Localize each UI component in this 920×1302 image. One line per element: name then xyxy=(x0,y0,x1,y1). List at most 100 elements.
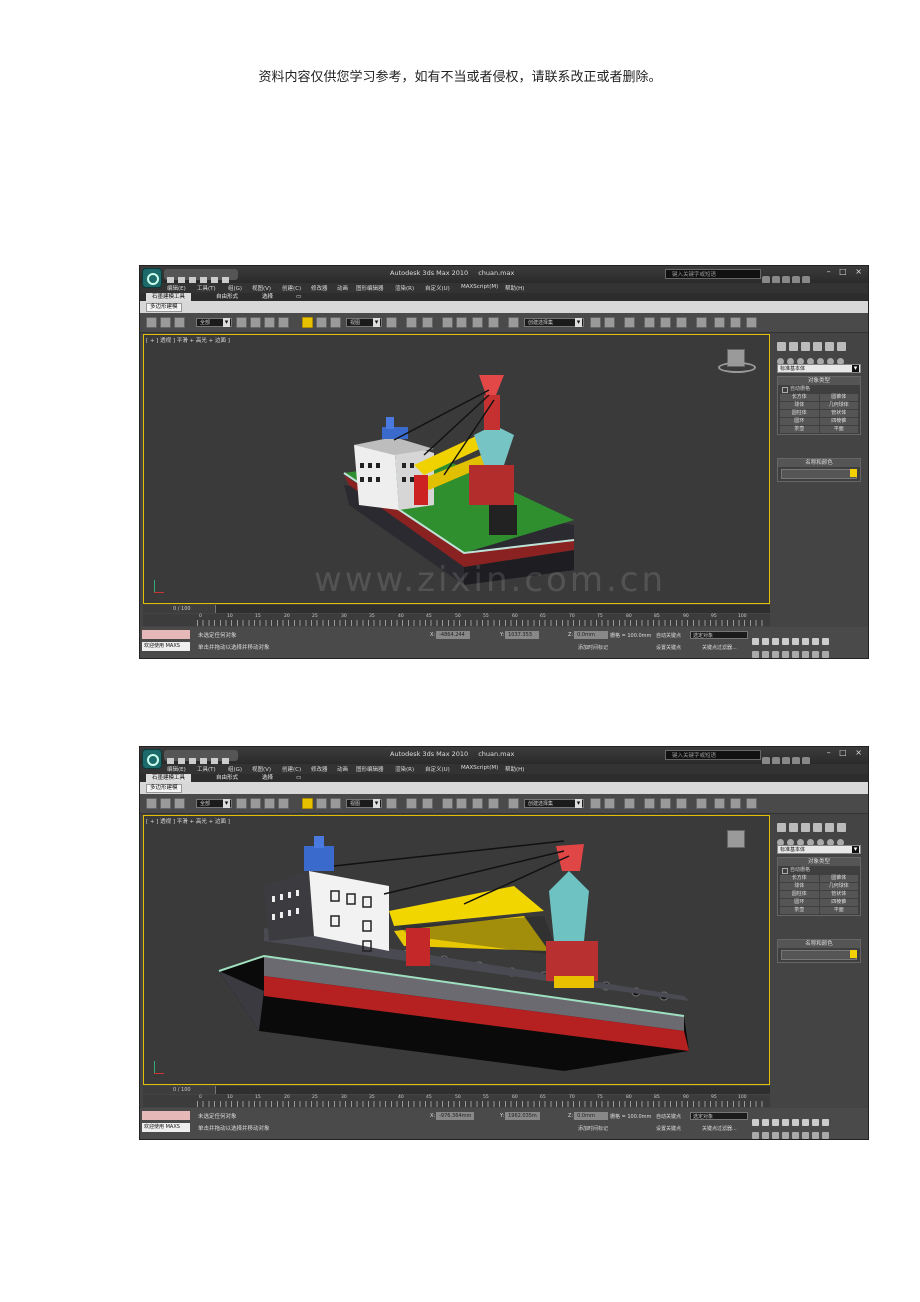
menu-animation[interactable]: 动画 xyxy=(337,765,348,773)
torus-button[interactable]: 圆环 xyxy=(780,899,819,906)
named-selection-dropdown[interactable]: 创建选择集 xyxy=(524,799,584,808)
schematic-view-icon[interactable] xyxy=(676,798,687,809)
key-filters-button[interactable]: 关键点过滤器... xyxy=(702,644,737,651)
curve-editor-icon[interactable] xyxy=(660,317,671,328)
welcome-maxscript-field[interactable]: 欢迎使用 MAXS xyxy=(142,642,190,651)
select-by-name-icon[interactable] xyxy=(250,798,261,809)
link-icon[interactable] xyxy=(146,317,157,328)
percent-snap-icon[interactable] xyxy=(472,798,483,809)
search-input[interactable]: 键入关键字或短语 xyxy=(665,750,761,760)
menu-tools[interactable]: 工具(T) xyxy=(197,765,216,773)
y-coordinate[interactable]: Y: 1962.035m xyxy=(500,1112,540,1120)
object-name-input[interactable] xyxy=(781,469,857,479)
cylinder-button[interactable]: 圆柱体 xyxy=(780,891,819,898)
teapot-button[interactable]: 茶壶 xyxy=(780,907,819,914)
track-bar[interactable]: 0 10 15 20 25 30 35 40 45 50 55 60 65 70… xyxy=(143,1095,770,1107)
select-move-icon[interactable] xyxy=(302,317,313,328)
select-rotate-icon[interactable] xyxy=(316,798,327,809)
ref-coord-dropdown[interactable]: 视图 xyxy=(346,318,382,327)
time-slider[interactable]: 0 / 100 xyxy=(143,605,770,613)
menu-graph-editors[interactable]: 图形编辑器 xyxy=(356,765,384,773)
menu-rendering[interactable]: 渲染(R) xyxy=(395,765,414,773)
tab-selection[interactable]: 选择 xyxy=(256,774,279,782)
add-time-tag-button[interactable]: 添加时间标记 xyxy=(578,1125,608,1132)
geosphere-button[interactable]: 几何球体 xyxy=(819,402,858,409)
set-key-button[interactable]: 设置关键点 xyxy=(656,1125,681,1132)
sphere-button[interactable]: 球体 xyxy=(780,402,819,409)
teapot-button[interactable]: 茶壶 xyxy=(780,426,819,433)
name-color-title[interactable]: 名称和颜色 xyxy=(778,940,860,948)
material-editor-icon[interactable] xyxy=(696,798,707,809)
snap-toggle-icon[interactable] xyxy=(442,317,453,328)
manipulate-icon[interactable] xyxy=(406,798,417,809)
menu-group[interactable]: 组(G) xyxy=(228,765,242,773)
autogrid-checkbox[interactable]: 自动栅格 xyxy=(778,866,860,874)
primitive-category-dropdown[interactable]: 标准基本体 xyxy=(777,364,861,373)
cone-button[interactable]: 圆锥体 xyxy=(819,875,858,882)
menu-edit[interactable]: 编辑(E) xyxy=(167,765,186,773)
selection-filter-dropdown[interactable]: 全部 xyxy=(196,799,232,808)
maxscript-listener-swatch[interactable] xyxy=(142,1111,190,1120)
key-filters-button[interactable]: 关键点过滤器... xyxy=(702,1125,737,1132)
menu-customize[interactable]: 自定义(U) xyxy=(425,765,450,773)
polygon-modeling-button[interactable]: 多边形建模 xyxy=(146,784,182,793)
rect-selection-icon[interactable] xyxy=(264,317,275,328)
material-editor-icon[interactable] xyxy=(696,317,707,328)
tab-freeform[interactable]: 自由形式 xyxy=(210,774,244,782)
window-controls[interactable]: – □ × xyxy=(827,748,865,757)
create-category-icons[interactable] xyxy=(777,350,865,365)
tab-selection[interactable]: 选择 xyxy=(256,293,279,301)
help-icons[interactable] xyxy=(762,750,832,765)
bind-space-warp-icon[interactable] xyxy=(174,317,185,328)
menu-help[interactable]: 帮助(H) xyxy=(505,284,524,292)
welcome-maxscript-field[interactable]: 欢迎使用 MAXS xyxy=(142,1123,190,1132)
align-icon[interactable] xyxy=(604,317,615,328)
edit-named-selection-icon[interactable] xyxy=(508,798,519,809)
align-icon[interactable] xyxy=(604,798,615,809)
app-logo-icon[interactable] xyxy=(142,268,162,288)
bind-space-warp-icon[interactable] xyxy=(174,798,185,809)
viewport-nav-controls[interactable] xyxy=(752,643,862,658)
pyramid-button[interactable]: 四棱锥 xyxy=(819,899,858,906)
keyboard-shortcut-icon[interactable] xyxy=(422,317,433,328)
percent-snap-icon[interactable] xyxy=(472,317,483,328)
tube-button[interactable]: 管状体 xyxy=(819,891,858,898)
cylinder-button[interactable]: 圆柱体 xyxy=(780,410,819,417)
tube-button[interactable]: 管状体 xyxy=(819,410,858,417)
select-rotate-icon[interactable] xyxy=(316,317,327,328)
mirror-icon[interactable] xyxy=(590,798,601,809)
menu-maxscript[interactable]: MAXScript(M) xyxy=(461,765,498,771)
render-setup-icon[interactable] xyxy=(714,798,725,809)
link-icon[interactable] xyxy=(146,798,157,809)
y-coordinate[interactable]: Y: 1037.353 xyxy=(500,631,540,639)
render-teapot-icon[interactable] xyxy=(746,798,757,809)
mirror-icon[interactable] xyxy=(590,317,601,328)
object-type-title[interactable]: 对象类型 xyxy=(778,858,860,866)
schematic-view-icon[interactable] xyxy=(676,317,687,328)
key-mode-dropdown[interactable]: 选定对象 xyxy=(690,1112,748,1120)
unlink-icon[interactable] xyxy=(160,798,171,809)
sphere-button[interactable]: 球体 xyxy=(780,883,819,890)
pyramid-button[interactable]: 四棱锥 xyxy=(819,418,858,425)
torus-button[interactable]: 圆环 xyxy=(780,418,819,425)
help-icons[interactable] xyxy=(762,269,832,284)
window-crossing-icon[interactable] xyxy=(278,798,289,809)
cone-button[interactable]: 圆锥体 xyxy=(819,394,858,401)
quick-access-toolbar[interactable] xyxy=(164,750,238,765)
object-name-input[interactable] xyxy=(781,950,857,960)
render-setup-icon[interactable] xyxy=(714,317,725,328)
select-scale-icon[interactable] xyxy=(330,798,341,809)
app-logo-icon[interactable] xyxy=(142,749,162,769)
select-move-icon[interactable] xyxy=(302,798,313,809)
menu-create[interactable]: 创建(C) xyxy=(282,765,301,773)
perspective-viewport[interactable]: [ + ] 透视 ] 平滑 + 高光 + 边面 ] xyxy=(143,815,770,1085)
geosphere-button[interactable]: 几何球体 xyxy=(819,883,858,890)
selection-filter-dropdown[interactable]: 全部 xyxy=(196,318,232,327)
unlink-icon[interactable] xyxy=(160,317,171,328)
tab-graphite-modeling[interactable]: 石墨建模工具 xyxy=(146,293,192,301)
box-button[interactable]: 长方体 xyxy=(780,394,819,401)
playback-controls[interactable] xyxy=(752,630,862,645)
create-category-icons[interactable] xyxy=(777,831,865,846)
ribbon-toggle-icon[interactable]: ▭ xyxy=(290,774,307,782)
auto-key-button[interactable]: 自动关键点 xyxy=(656,632,681,639)
